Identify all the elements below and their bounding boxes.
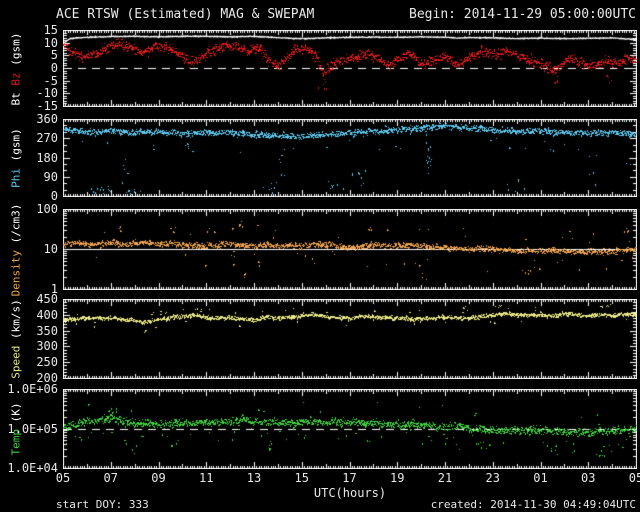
y-tick-label: 90: [43, 170, 58, 184]
x-tick-label: 09: [151, 471, 166, 485]
y-tick-label: -10: [36, 86, 58, 100]
y-tick-label: 0: [50, 61, 58, 75]
y-tick-label: 400: [36, 308, 58, 322]
created-timestamp: created: 2014-11-30 04:49:04UTC: [430, 498, 636, 511]
x-axis-title: UTC(hours): [313, 486, 387, 500]
panel-temp-canvas: [63, 389, 637, 469]
x-tick-label: 07: [103, 471, 118, 485]
x-tick-label: 03: [581, 471, 596, 485]
y-tick-label: 360: [36, 112, 58, 126]
x-tick-label: 17: [342, 471, 357, 485]
start-doy-label: start DOY: 333: [56, 498, 149, 511]
x-tick-label: 23: [485, 471, 500, 485]
x-tick-label: 05: [55, 471, 71, 485]
y-tick-label: 300: [36, 339, 58, 353]
y-tick-label: 15: [43, 23, 58, 37]
x-tick-label: 13: [246, 471, 262, 485]
y-tick-label: 5: [50, 48, 58, 62]
y-tick-label: -15: [36, 99, 58, 113]
y-tick-label: 270: [36, 131, 58, 145]
y-tick-label: 1.0E+05: [7, 422, 58, 436]
y-tick-label: 180: [36, 151, 58, 165]
y-tick-label: 250: [36, 355, 58, 369]
y-tick-label: 1.0E+06: [7, 382, 58, 396]
y-tick-label: 0: [50, 189, 58, 203]
y-tick-label: 100: [36, 202, 58, 216]
x-tick-label: 19: [390, 471, 405, 485]
panel-mag-canvas: [63, 30, 637, 107]
panel-density-canvas: [63, 209, 637, 290]
x-tick-label: 05: [628, 471, 640, 485]
panel-phi-canvas: [63, 119, 637, 197]
x-tick-label: 21: [437, 471, 453, 485]
ace-rtsw-plot: ACE RTSW (Estimated) MAG & SWEPAM Begin:…: [0, 0, 640, 512]
x-tick-label: 15: [294, 471, 309, 485]
x-tick-label: 11: [199, 471, 214, 485]
y-tick-label: 10: [43, 242, 58, 256]
y-tick-label: 350: [36, 324, 58, 338]
y-tick-label: 450: [36, 292, 58, 306]
begin-timestamp: Begin: 2014-11-29 05:00:00UTC: [409, 7, 636, 22]
plot-title: ACE RTSW (Estimated) MAG & SWEPAM: [56, 7, 315, 22]
panel-speed-canvas: [63, 299, 637, 379]
x-tick-label: 01: [533, 471, 548, 485]
